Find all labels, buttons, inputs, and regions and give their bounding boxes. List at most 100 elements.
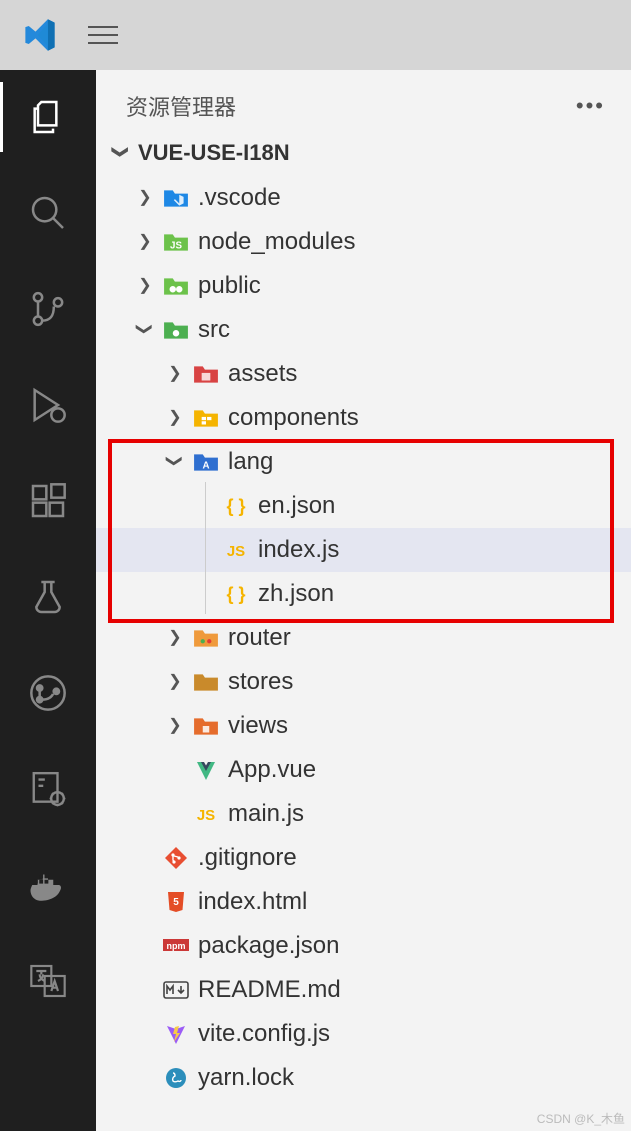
vscode-logo-icon bbox=[22, 17, 58, 53]
folder-lang-icon: A bbox=[192, 448, 220, 476]
indent-guide bbox=[205, 482, 206, 614]
tree-item-node_modules[interactable]: JS node_modules bbox=[96, 220, 631, 264]
tree-item-router[interactable]: router bbox=[96, 616, 631, 660]
chevron-right-icon[interactable] bbox=[164, 671, 186, 691]
tree-item-yarn_lock[interactable]: yarn.lock bbox=[96, 1056, 631, 1100]
activity-bar bbox=[0, 70, 96, 1131]
chevron-right-icon[interactable] bbox=[164, 715, 186, 735]
tree-item-label: zh.json bbox=[258, 580, 334, 608]
tree-item-vscode[interactable]: .vscode bbox=[96, 176, 631, 220]
project-header[interactable]: VUE-USE-I18N bbox=[96, 132, 631, 174]
tree-item-zh_json[interactable]: { } zh.json bbox=[96, 572, 631, 616]
extensions-icon[interactable] bbox=[23, 476, 73, 526]
html-icon: 5 bbox=[162, 888, 190, 916]
docker-icon[interactable] bbox=[23, 860, 73, 910]
tree-item-label: index.js bbox=[258, 536, 339, 564]
tree-item-gitignore[interactable]: .gitignore bbox=[96, 836, 631, 880]
tree-item-label: .gitignore bbox=[198, 844, 297, 872]
tree-item-components[interactable]: components bbox=[96, 396, 631, 440]
tree-item-public[interactable]: public bbox=[96, 264, 631, 308]
svg-text:A: A bbox=[202, 461, 209, 472]
chevron-right-icon[interactable] bbox=[134, 187, 156, 207]
tree-item-label: public bbox=[198, 272, 261, 300]
svg-text:5: 5 bbox=[173, 897, 179, 908]
git-icon bbox=[162, 844, 190, 872]
tree-item-stores[interactable]: stores bbox=[96, 660, 631, 704]
svg-text:JS: JS bbox=[170, 241, 182, 252]
folder-views-icon bbox=[192, 712, 220, 740]
tree-item-label: lang bbox=[228, 448, 273, 476]
tree-item-index_html[interactable]: 5 index.html bbox=[96, 880, 631, 924]
tree-item-main_js[interactable]: JS main.js bbox=[96, 792, 631, 836]
run-debug-icon[interactable] bbox=[23, 380, 73, 430]
folder-stores-icon bbox=[192, 668, 220, 696]
tree-item-label: stores bbox=[228, 668, 293, 696]
tree-item-label: package.json bbox=[198, 932, 339, 960]
tree-item-label: index.html bbox=[198, 888, 307, 916]
tree-item-index_js[interactable]: JS index.js bbox=[96, 528, 631, 572]
folder-public-icon bbox=[162, 272, 190, 300]
json-icon: { } bbox=[222, 492, 250, 520]
tree-item-label: router bbox=[228, 624, 291, 652]
tree-item-views[interactable]: views bbox=[96, 704, 631, 748]
more-icon[interactable]: ••• bbox=[576, 93, 605, 119]
tree-item-src[interactable]: src bbox=[96, 308, 631, 352]
vite-icon bbox=[162, 1020, 190, 1048]
chevron-right-icon[interactable] bbox=[134, 231, 156, 251]
chevron-right-icon[interactable] bbox=[164, 363, 186, 383]
folder-vscode-icon bbox=[162, 184, 190, 212]
svg-text:JS: JS bbox=[197, 807, 215, 824]
folder-components-icon bbox=[192, 404, 220, 432]
tree-item-label: components bbox=[228, 404, 359, 432]
cpp-settings-icon[interactable] bbox=[23, 764, 73, 814]
menu-icon[interactable] bbox=[88, 26, 118, 44]
folder-src-icon bbox=[162, 316, 190, 344]
title-bar bbox=[0, 0, 631, 70]
tree-item-label: en.json bbox=[258, 492, 335, 520]
testing-icon[interactable] bbox=[23, 572, 73, 622]
svg-text:{ }: { } bbox=[226, 496, 245, 516]
tree-item-assets[interactable]: assets bbox=[96, 352, 631, 396]
json-icon: { } bbox=[222, 580, 250, 608]
project-name: VUE-USE-I18N bbox=[138, 140, 290, 166]
svg-text:JS: JS bbox=[227, 543, 245, 560]
js-icon: JS bbox=[192, 800, 220, 828]
svg-text:{ }: { } bbox=[226, 584, 245, 604]
tree-item-vite_config[interactable]: vite.config.js bbox=[96, 1012, 631, 1056]
tree-item-label: node_modules bbox=[198, 228, 355, 256]
tree-item-label: src bbox=[198, 316, 230, 344]
source-control-icon[interactable] bbox=[23, 284, 73, 334]
tree-item-app_vue[interactable]: App.vue bbox=[96, 748, 631, 792]
explorer-sidebar: 资源管理器 ••• VUE-USE-I18N .vscode JS node_mod… bbox=[96, 70, 631, 1131]
tree-item-lang[interactable]: Alang bbox=[96, 440, 631, 484]
md-icon bbox=[162, 976, 190, 1004]
tree-item-label: App.vue bbox=[228, 756, 316, 784]
search-icon[interactable] bbox=[23, 188, 73, 238]
tree-item-label: main.js bbox=[228, 800, 304, 828]
yarn-icon bbox=[162, 1064, 190, 1092]
chevron-down-icon[interactable] bbox=[164, 451, 186, 471]
tree-item-en_json[interactable]: { } en.json bbox=[96, 484, 631, 528]
folder-node-icon: JS bbox=[162, 228, 190, 256]
watermark: CSDN @K_木鱼 bbox=[537, 1110, 625, 1127]
chevron-right-icon[interactable] bbox=[134, 275, 156, 295]
explorer-icon[interactable] bbox=[23, 92, 73, 142]
file-tree: .vscode JS node_modulespublic src assets comp… bbox=[96, 174, 631, 1100]
npm-icon: npm bbox=[162, 932, 190, 960]
tree-item-package_json[interactable]: npm package.json bbox=[96, 924, 631, 968]
tree-item-label: vite.config.js bbox=[198, 1020, 330, 1048]
i18n-icon[interactable] bbox=[23, 956, 73, 1006]
chevron-down-icon[interactable] bbox=[134, 319, 156, 339]
js-icon: JS bbox=[222, 536, 250, 564]
git-graph-icon[interactable] bbox=[23, 668, 73, 718]
tree-item-readme[interactable]: README.md bbox=[96, 968, 631, 1012]
folder-assets-icon bbox=[192, 360, 220, 388]
vue-icon bbox=[192, 756, 220, 784]
chevron-right-icon[interactable] bbox=[164, 407, 186, 427]
svg-text:npm: npm bbox=[167, 941, 186, 951]
tree-item-label: yarn.lock bbox=[198, 1064, 294, 1092]
tree-item-label: assets bbox=[228, 360, 297, 388]
chevron-right-icon[interactable] bbox=[164, 627, 186, 647]
sidebar-title: 资源管理器 bbox=[126, 90, 236, 122]
folder-router-icon bbox=[192, 624, 220, 652]
